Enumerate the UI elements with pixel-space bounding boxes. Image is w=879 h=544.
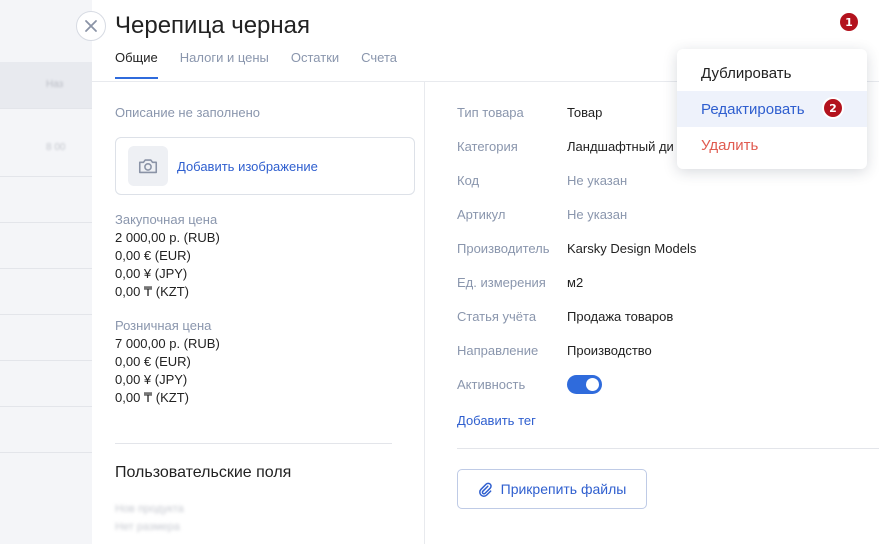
retail-price-eur: 0,00 € (EUR) [115,354,191,369]
menu-item-delete[interactable]: Удалить [677,127,867,163]
custom-field-line: Нет размера [115,521,180,533]
retail-price-kzt: 0,00 ₸ (KZT) [115,390,190,405]
retail-price-label: Розничная цена [115,318,212,333]
prop-key: Тип товара [457,105,524,120]
prop-value: Товар [567,105,603,120]
page-title: Черепица черная [115,12,310,39]
attach-files-label: Прикрепить файлы [500,481,627,497]
menu-item-duplicate[interactable]: Дублировать [677,55,867,91]
background-cell: 8 00 [46,142,66,153]
purchase-price-rub: 2 000,00 р. (RUB) [115,230,220,245]
step-badge: 2 [822,97,844,119]
background-row-divider [0,176,92,177]
close-icon [85,20,97,32]
add-image-label: Добавить изображение [177,158,318,174]
custom-fields-title: Пользовательские поля [115,464,292,481]
prop-key: Направление [457,343,539,358]
purchase-price-jpy: 0,00 ¥ (JPY) [115,266,188,281]
background-row-divider [0,452,92,453]
section-divider [115,443,392,444]
background-row-divider [0,108,92,109]
retail-price-block: Розничная цена 7 000,00 р. (RUB) 0,00 € … [115,317,220,407]
purchase-price-kzt: 0,00 ₸ (KZT) [115,284,190,299]
prop-value: Производство [567,343,652,358]
paperclip-icon [478,482,492,497]
prop-row-article: Артикул Не указан [457,207,627,222]
background-table-header: Наз [0,62,92,108]
prop-key: Артикул [457,207,506,222]
prop-row-unit: Ед. измерения м2 [457,275,583,290]
prop-value: Karsky Design Models [567,241,697,256]
prop-value: Продажа товаров [567,309,674,324]
prop-key: Ед. измерения [457,275,546,290]
prop-key: Код [457,173,480,188]
prop-key: Категория [457,139,518,154]
retail-price-rub: 7 000,00 р. (RUB) [115,336,220,351]
prop-row-account-item: Статья учёта Продажа товаров [457,309,673,324]
prop-row-category: Категория Ландшафтный ди [457,139,674,154]
image-placeholder [128,146,168,186]
camera-icon [138,159,158,174]
step-badge: 1 [838,11,860,33]
background-row-divider [0,268,92,269]
menu-item-label: Дублировать [701,64,792,82]
menu-item-label: Редактировать [701,100,805,118]
background-page: Наз 8 00 [0,0,92,544]
add-image-button[interactable]: Добавить изображение [115,137,415,195]
custom-field-line: Нов продукта [115,503,184,515]
prop-key: Активность [457,377,526,392]
tab-taxes-prices[interactable]: Налоги и цены [180,50,269,79]
prop-value: Не указан [567,207,628,222]
close-button[interactable] [76,11,106,41]
background-row-divider [0,314,92,315]
activity-toggle[interactable] [567,375,602,394]
purchase-price-block: Закупочная цена 2 000,00 р. (RUB) 0,00 €… [115,211,220,301]
background-row-divider [0,360,92,361]
background-header-text: Наз [46,79,64,90]
tab-stock[interactable]: Остатки [291,50,339,79]
prop-row-direction: Направление Производство [457,343,652,358]
prop-key: Производитель [457,241,550,256]
prop-row-activity: Активность [457,377,567,392]
prop-row-type: Тип товара Товар [457,105,602,120]
tab-general[interactable]: Общие [115,50,158,79]
prop-row-manufacturer: Производитель Karsky Design Models [457,241,696,256]
prop-value: Не указан [567,173,628,188]
retail-price-jpy: 0,00 ¥ (JPY) [115,372,188,387]
description-placeholder[interactable]: Описание не заполнено [115,105,260,120]
prop-key: Статья учёта [457,309,537,324]
prop-row-code: Код Не указан [457,173,627,188]
prop-value: Ландшафтный ди [567,139,674,154]
background-row-divider [0,406,92,407]
background-row-divider [0,222,92,223]
menu-item-label: Удалить [701,136,759,154]
purchase-price-eur: 0,00 € (EUR) [115,248,191,263]
section-divider [457,448,879,449]
tabs: Общие Налоги и цены Остатки Счета [115,50,397,79]
add-tag-link[interactable]: Добавить тег [457,413,536,428]
purchase-price-label: Закупочная цена [115,212,218,227]
prop-value: м2 [567,275,584,290]
tab-accounts[interactable]: Счета [361,50,397,79]
column-divider [424,82,425,544]
attach-files-button[interactable]: Прикрепить файлы [457,469,647,509]
custom-fields-blurred: Нов продукта Нет размера [115,500,184,536]
